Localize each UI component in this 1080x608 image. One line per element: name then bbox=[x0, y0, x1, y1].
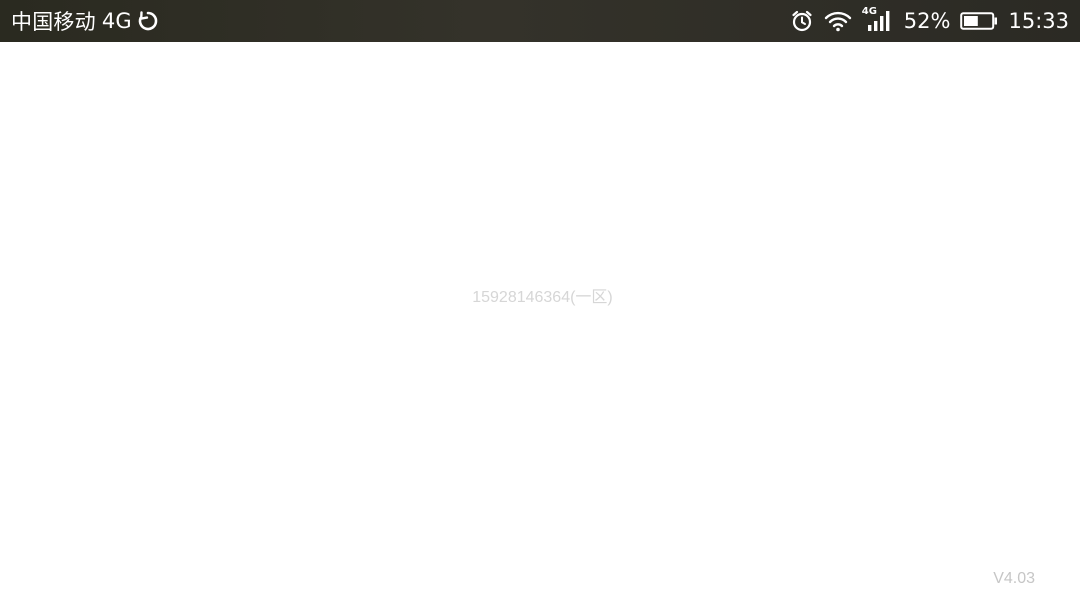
account-label: 15928146364(一区) bbox=[472, 289, 613, 306]
battery-icon bbox=[960, 11, 998, 31]
status-bar-left: 中国移动 4G bbox=[11, 0, 159, 42]
sync-icon bbox=[137, 10, 159, 32]
cellular-signal-icon: 4G bbox=[862, 6, 892, 34]
version-label: V4.03 bbox=[993, 570, 1035, 587]
main-content: 15928146364(一区) V4.03 bbox=[0, 42, 1080, 608]
clock-time: 15:33 bbox=[1008, 9, 1069, 33]
wifi-icon bbox=[824, 10, 852, 32]
status-bar-right: 4G 52% 15:33 bbox=[780, 0, 1069, 42]
carrier-name: 中国移动 bbox=[11, 10, 96, 34]
alarm-clock-icon bbox=[790, 9, 814, 33]
battery-percent: 52% bbox=[903, 9, 951, 33]
status-bar: 中国移动 4G 4G 52% 15:33 bbox=[0, 0, 1080, 42]
network-type: 4G bbox=[101, 9, 132, 33]
